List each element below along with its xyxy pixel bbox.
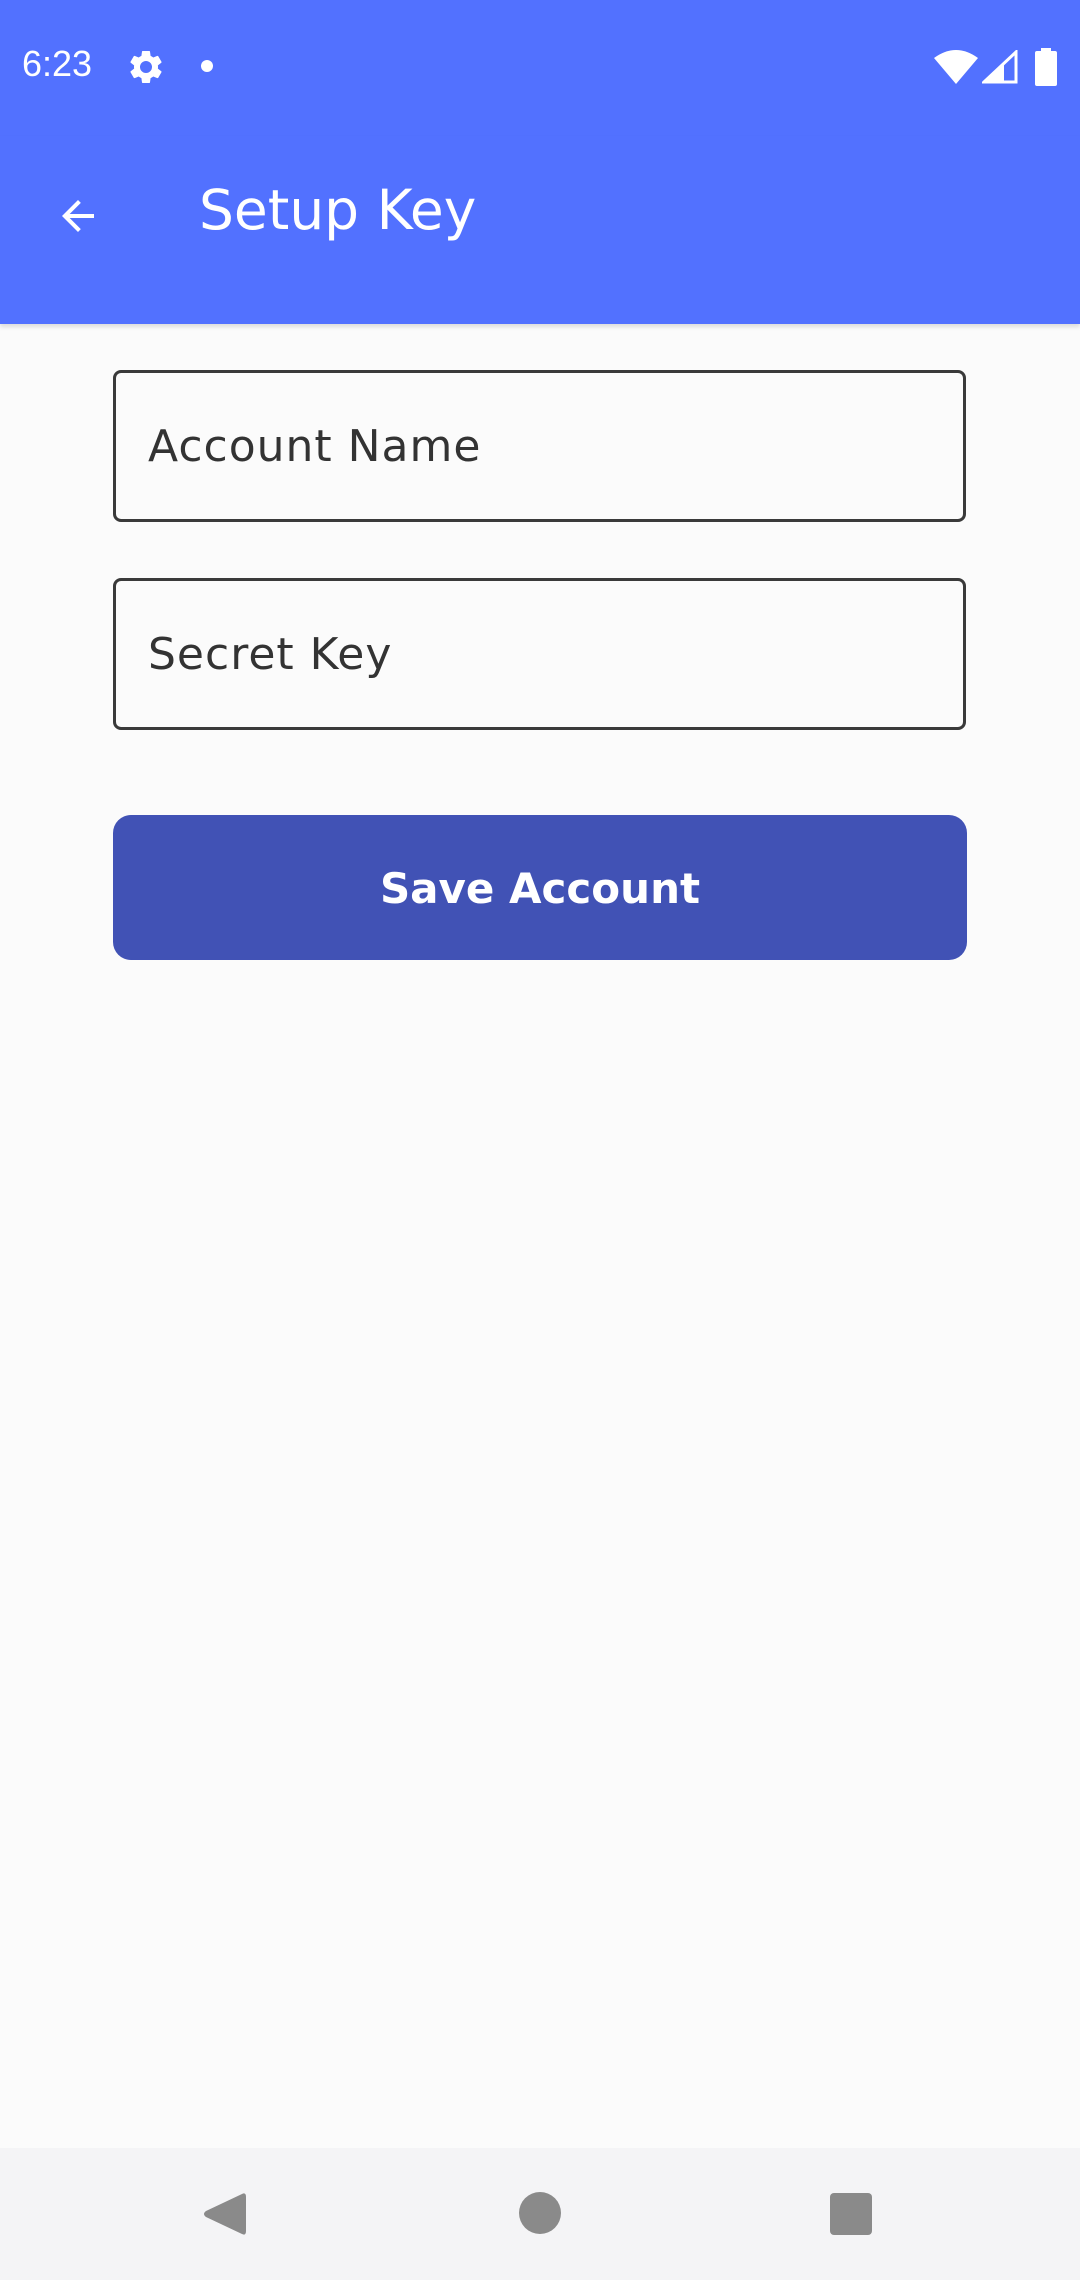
- nav-recents-icon[interactable]: [830, 2193, 872, 2235]
- secret-key-input[interactable]: [116, 581, 963, 727]
- secret-key-field[interactable]: [113, 578, 966, 730]
- arrow-back-icon: [62, 200, 94, 232]
- nav-back-icon[interactable]: [202, 2190, 246, 2238]
- notification-dot-icon: [201, 60, 213, 72]
- back-button[interactable]: [34, 172, 122, 260]
- gear-icon: [126, 47, 166, 87]
- page-title: Setup Key: [199, 178, 477, 242]
- app-bar: Setup Key: [0, 136, 1080, 324]
- battery-icon: [1035, 48, 1057, 86]
- account-name-field[interactable]: [113, 370, 966, 522]
- status-time: 6:23: [22, 43, 93, 84]
- signal-icon: [980, 48, 1018, 84]
- wifi-icon: [934, 50, 978, 84]
- save-account-button[interactable]: Save Account: [113, 815, 967, 960]
- status-bar: 6:23: [0, 0, 1080, 136]
- nav-home-icon[interactable]: [519, 2192, 561, 2234]
- account-name-input[interactable]: [116, 373, 963, 519]
- navigation-bar: [0, 2148, 1080, 2280]
